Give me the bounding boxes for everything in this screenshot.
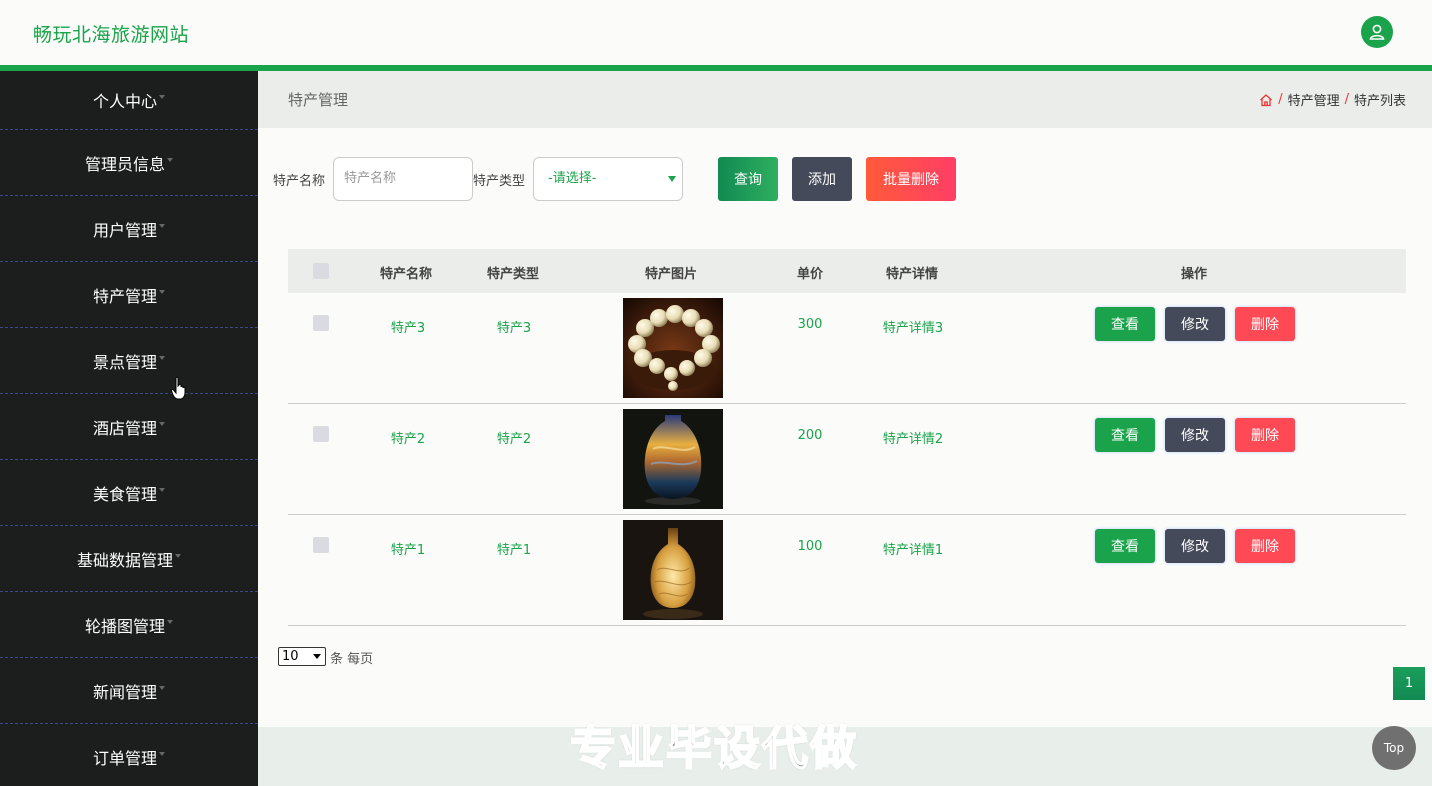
row-price: 200 [797,428,823,443]
row-name: 特产1 [390,543,426,558]
view-button[interactable]: 查看 [1095,529,1155,563]
breadcrumb-level1[interactable]: 特产管理 [1288,90,1340,109]
table-row: 特产1 特产1 100 特产详情1 查看 修改 删除 [288,515,1406,626]
row-type: 特产1 [496,543,532,558]
chevron-down-icon [668,176,676,182]
breadcrumb-bar: 特产管理 / 特产管理 / 特产列表 [258,71,1432,128]
col-detail-header: 特产详情 [886,267,939,282]
delete-button[interactable]: 删除 [1235,529,1295,563]
chevron-down-icon [313,654,321,659]
sidebar-item-admin-info[interactable]: 管理员信息 [0,130,258,196]
row-detail: 特产详情2 [882,432,944,447]
edit-button[interactable]: 修改 [1165,307,1225,341]
sidebar-item-base-data[interactable]: 基础数据管理 [0,526,258,592]
view-button[interactable]: 查看 [1095,307,1155,341]
col-price-header: 单价 [797,267,824,282]
sidebar-item-users[interactable]: 用户管理 [0,196,258,262]
caret-down-icon [175,553,181,558]
table-row: 特产3 特产3 300 特产详情3 查看 修改 删除 [288,293,1406,404]
delete-button[interactable]: 删除 [1235,418,1295,452]
site-brand[interactable]: 畅玩北海旅游网站 [33,20,189,47]
row-detail: 特产详情1 [882,543,944,558]
row-type: 特产2 [496,432,532,447]
caret-down-icon [159,421,165,426]
sidebar-item-specialties[interactable]: 特产管理 [0,262,258,328]
sidebar-item-orders[interactable]: 订单管理 [0,724,258,786]
type-select[interactable]: -请选择- [533,157,683,201]
caret-down-icon [159,95,165,99]
table-header: 特产名称 特产类型 特产图片 单价 特产详情 操作 [288,249,1406,293]
caret-down-icon [167,619,173,624]
breadcrumb: / 特产管理 / 特产列表 [1259,90,1406,109]
delete-button[interactable]: 删除 [1235,307,1295,341]
caret-down-icon [159,685,165,690]
lamp-image [623,520,723,620]
bracelet-image [623,298,723,398]
specialty-table: 特产名称 特产类型 特产图片 单价 特产详情 操作 特产3 特产3 300 特产… [288,249,1406,626]
row-type: 特产3 [496,321,532,336]
row-checkbox[interactable] [313,315,329,331]
name-filter-label: 特产名称 [273,174,326,189]
batch-delete-button[interactable]: 批量删除 [866,157,956,201]
sidebar-item-news[interactable]: 新闻管理 [0,658,258,724]
col-name-header: 特产名称 [380,267,433,282]
watermark-text: 专业毕设代做 [569,720,858,776]
sidebar-item-food[interactable]: 美食管理 [0,460,258,526]
back-to-top-button[interactable]: Top [1372,726,1416,770]
type-filter-label: 特产类型 [473,174,526,189]
page-size-suffix: 条 每页 [330,652,374,667]
user-avatar-button[interactable] [1361,16,1393,48]
query-button[interactable]: 查询 [718,157,778,201]
col-type-header: 特产类型 [487,267,540,282]
sidebar-item-carousel[interactable]: 轮播图管理 [0,592,258,658]
row-price: 100 [797,539,823,554]
sidebar: 个人中心 管理员信息 用户管理 特产管理 景点管理 酒店管理 美食管理 基础数据… [0,71,258,786]
breadcrumb-level2: 特产列表 [1353,94,1406,109]
sidebar-item-attractions[interactable]: 景点管理 [0,328,258,394]
edit-button[interactable]: 修改 [1165,529,1225,563]
type-select-value: -请选择- [548,171,597,186]
col-image-header: 特产图片 [645,267,698,282]
row-checkbox[interactable] [313,426,329,442]
row-detail: 特产详情3 [882,321,944,336]
caret-down-icon [167,157,173,162]
caret-down-icon [159,751,165,756]
sidebar-item-hotels[interactable]: 酒店管理 [0,394,258,460]
caret-down-icon [159,487,165,492]
row-name: 特产3 [390,321,426,336]
page-title: 特产管理 [288,91,349,109]
edit-button[interactable]: 修改 [1165,418,1225,452]
row-checkbox[interactable] [313,537,329,553]
row-price: 300 [797,317,823,332]
top-header: 畅玩北海旅游网站 [0,0,1432,65]
select-all-checkbox[interactable] [313,263,329,279]
col-ops-header: 操作 [1181,267,1208,282]
add-button[interactable]: 添加 [792,157,852,201]
breadcrumb-separator: / [1344,92,1349,107]
caret-down-icon [159,289,165,294]
row-name: 特产2 [390,432,426,447]
page-number-button[interactable]: 1 [1393,667,1425,700]
sidebar-item-personal-center[interactable]: 个人中心 [0,71,258,130]
home-icon[interactable] [1259,93,1273,107]
table-row: 特产2 特产2 200 特产详情2 查看 修改 删除 [288,404,1406,515]
view-button[interactable]: 查看 [1095,418,1155,452]
name-search-input[interactable]: 特产名称 [333,157,473,201]
hand-cursor-icon [171,376,186,400]
page-size-value: 10 [282,649,299,664]
breadcrumb-separator: / [1278,92,1283,107]
caret-down-icon [159,223,165,228]
user-icon [1369,24,1385,40]
vase-image [623,409,723,509]
caret-down-icon [159,355,165,360]
page-size-select[interactable]: 10 [278,647,326,666]
